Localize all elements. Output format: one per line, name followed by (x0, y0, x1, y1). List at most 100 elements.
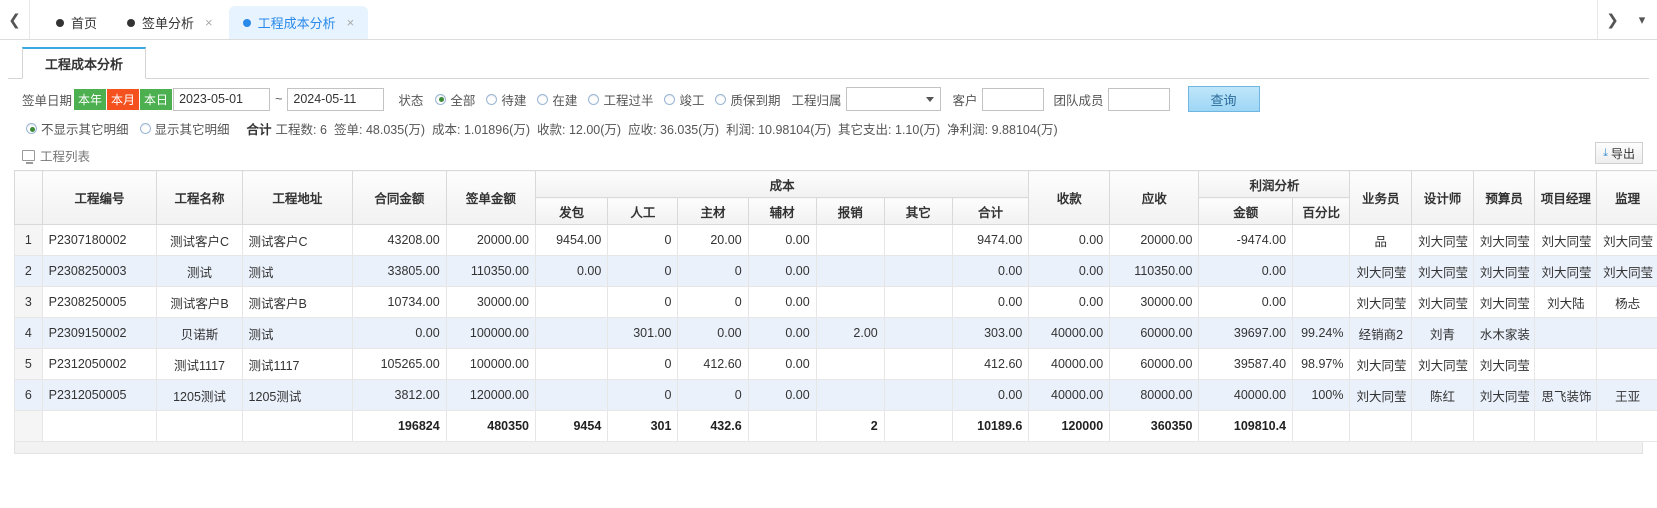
receivable-amount: 60000.00 (1110, 318, 1199, 349)
budgeter: 水木家装 (1473, 318, 1535, 349)
quick-range-this-month-button[interactable]: 本月 (107, 89, 139, 110)
close-icon[interactable]: × (347, 15, 355, 30)
browser-tab-label: 工程成本分析 (258, 13, 336, 32)
col-designer[interactable]: 设计师 (1412, 171, 1474, 225)
project-code-link[interactable]: P2307180002 (42, 225, 157, 256)
project-belong-select[interactable] (846, 87, 941, 111)
receivable-amount: 20000.00 (1110, 225, 1199, 256)
received-amount: 40000.00 (1029, 318, 1110, 349)
table-row[interactable]: 5P2312050002测试1117测试1117105265.00100000.… (15, 349, 1657, 380)
status-option-pending[interactable]: 待建 (486, 90, 526, 109)
project-code-link[interactable]: P2309150002 (42, 318, 157, 349)
cost-aux-material: 0.00 (748, 256, 816, 287)
status-option-completed[interactable]: 竣工 (664, 90, 704, 109)
browser-tab-sign-analysis[interactable]: 签单分析 × (113, 6, 227, 39)
col-salesperson[interactable]: 业务员 (1350, 171, 1412, 225)
search-button[interactable]: 查询 (1188, 86, 1260, 112)
col-other[interactable]: 其它 (884, 198, 952, 225)
col-outsourcing[interactable]: 发包 (536, 198, 608, 225)
salesperson: 品 (1350, 225, 1412, 256)
status-option-all[interactable]: 全部 (435, 90, 475, 109)
col-project-manager[interactable]: 项目经理 (1535, 171, 1597, 225)
team-member-input[interactable] (1108, 88, 1170, 111)
col-receivable[interactable]: 应收 (1110, 171, 1199, 225)
project-manager: 刘大同莹 (1535, 225, 1597, 256)
table-row[interactable]: 4P2309150002贝诺斯测试0.00100000.00301.000.00… (15, 318, 1657, 349)
project-code-link[interactable]: P2312050005 (42, 380, 157, 411)
col-profit-amount[interactable]: 金额 (1199, 198, 1293, 225)
col-project-address[interactable]: 工程地址 (242, 171, 353, 225)
project-code-link[interactable]: P2308250005 (42, 287, 157, 318)
quick-range-today-button[interactable]: 本日 (140, 89, 172, 110)
browser-tab-strip: ❮ 首页 签单分析 × 工程成本分析 × ❯ ▾ (0, 0, 1657, 40)
quick-range-this-year-button[interactable]: 本年 (74, 89, 106, 110)
col-supervisor[interactable]: 监理 (1597, 171, 1657, 225)
status-option-in-progress[interactable]: 在建 (537, 90, 577, 109)
total-project-name (157, 411, 242, 442)
date-to-input[interactable] (287, 88, 384, 111)
cost-aux-material: 0.00 (748, 380, 816, 411)
col-project-name[interactable]: 工程名称 (157, 171, 242, 225)
project-code-link[interactable]: P2312050002 (42, 349, 157, 380)
radio-icon (486, 94, 497, 105)
total-cost-aux-material (748, 411, 816, 442)
customer-input[interactable] (982, 88, 1044, 111)
table-row[interactable]: 1P2307180002测试客户C测试客户C43208.0020000.0094… (15, 225, 1657, 256)
browser-tab-project-cost-analysis[interactable]: 工程成本分析 × (229, 6, 369, 39)
radio-icon (26, 123, 37, 134)
stat-value: 36.035(万) (660, 123, 719, 137)
radio-icon (664, 94, 675, 105)
status-option-half-done[interactable]: 工程过半 (588, 90, 653, 109)
table-row[interactable]: 2P2308250003测试测试33805.00110350.000.00000… (15, 256, 1657, 287)
export-button[interactable]: ⤓ 导出 (1595, 142, 1643, 164)
status-option-label: 工程过半 (603, 90, 653, 109)
close-icon[interactable]: × (205, 15, 213, 30)
monitor-icon (22, 150, 35, 161)
col-labor[interactable]: 人工 (608, 198, 678, 225)
browser-tabs: 首页 签单分析 × 工程成本分析 × (30, 0, 1597, 39)
col-contract-amount[interactable]: 合同金额 (353, 171, 447, 225)
tab-project-cost-analysis[interactable]: 工程成本分析 (22, 47, 146, 79)
col-signed-amount[interactable]: 签单金额 (446, 171, 535, 225)
col-main-material[interactable]: 主材 (678, 198, 748, 225)
designer: 刘大同莹 (1412, 256, 1474, 287)
cost-reimbursement (816, 380, 884, 411)
hide-other-detail-option[interactable]: 不显示其它明细 (26, 119, 129, 138)
cost-other (884, 287, 952, 318)
row-index: 1 (15, 225, 43, 256)
total-salesperson (1350, 411, 1412, 442)
project-address: 测试1117 (242, 349, 353, 380)
budgeter: 刘大同莹 (1473, 256, 1535, 287)
status-option-warranty-expired[interactable]: 质保到期 (715, 90, 780, 109)
browser-tab-home[interactable]: 首页 (42, 6, 111, 39)
tab-scroll-right-button[interactable]: ❯ (1597, 0, 1627, 39)
col-cost-total[interactable]: 合计 (952, 198, 1029, 225)
col-project-code[interactable]: 工程编号 (42, 171, 157, 225)
col-aux-material[interactable]: 辅材 (748, 198, 816, 225)
supervisor (1597, 318, 1657, 349)
profit-amount: 39697.00 (1199, 318, 1293, 349)
tab-scroll-left-button[interactable]: ❮ (0, 0, 30, 39)
cost-other (884, 225, 952, 256)
stat-value: 12.00(万) (569, 123, 621, 137)
show-other-detail-option[interactable]: 显示其它明细 (140, 119, 230, 138)
table-row[interactable]: 6P23120500051205测试1205测试3812.00120000.00… (15, 380, 1657, 411)
horizontal-scrollbar[interactable] (14, 442, 1643, 454)
tab-list-dropdown-button[interactable]: ▾ (1627, 0, 1657, 39)
col-reimbursement[interactable]: 报销 (816, 198, 884, 225)
date-from-input[interactable] (173, 88, 270, 111)
col-profit-percent[interactable]: 百分比 (1293, 198, 1350, 225)
table-body: 1P2307180002测试客户C测试客户C43208.0020000.0094… (15, 225, 1657, 442)
date-range-separator: ~ (275, 92, 282, 106)
profit-percent (1293, 225, 1350, 256)
total-cost-total: 10189.6 (952, 411, 1029, 442)
summary-stat-project-count: 工程数: 6 (276, 119, 327, 138)
total-cost-outsourcing: 9454 (536, 411, 608, 442)
project-code-link[interactable]: P2308250003 (42, 256, 157, 287)
profit-amount: -9474.00 (1199, 225, 1293, 256)
received-amount: 0.00 (1029, 287, 1110, 318)
col-budgeter[interactable]: 预算员 (1473, 171, 1535, 225)
table-row[interactable]: 3P2308250005测试客户B测试客户B10734.0030000.0000… (15, 287, 1657, 318)
col-received[interactable]: 收款 (1029, 171, 1110, 225)
summary-stat-receivable: 应收: 36.035(万) (628, 119, 719, 138)
